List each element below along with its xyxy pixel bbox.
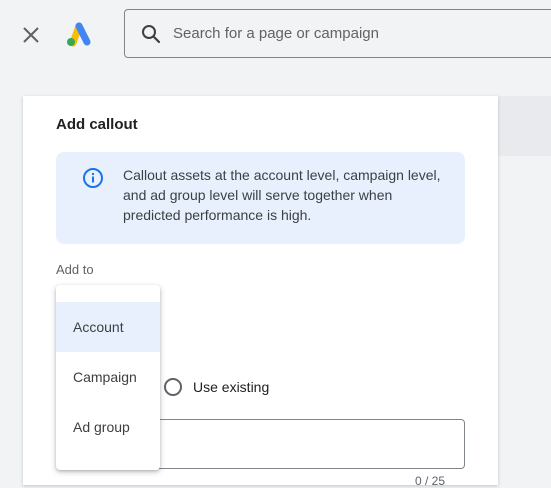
dropdown-option-ad-group[interactable]: Ad group <box>56 402 160 452</box>
info-icon <box>83 168 103 188</box>
add-to-label: Add to <box>56 262 94 277</box>
search-input[interactable] <box>171 24 535 43</box>
dropdown-option-account[interactable]: Account <box>56 302 160 352</box>
background-region <box>498 96 551 156</box>
panel-title: Add callout <box>56 116 138 133</box>
info-banner: Callout assets at the account level, cam… <box>56 152 465 244</box>
close-button[interactable] <box>18 22 44 48</box>
top-bar <box>0 0 551 70</box>
radio-button[interactable] <box>164 378 182 396</box>
search-icon <box>139 22 163 46</box>
character-counter: 0 / 25 <box>415 474 446 488</box>
use-existing-label: Use existing <box>193 379 270 395</box>
add-to-dropdown-menu: Account Campaign Ad group <box>56 285 160 470</box>
close-icon <box>23 27 39 43</box>
use-existing-option[interactable]: Use existing <box>164 378 269 396</box>
dropdown-option-campaign[interactable]: Campaign <box>56 352 160 402</box>
google-ads-logo-icon <box>64 20 94 48</box>
info-text: Callout assets at the account level, cam… <box>123 167 441 223</box>
search-bar[interactable] <box>124 9 551 58</box>
